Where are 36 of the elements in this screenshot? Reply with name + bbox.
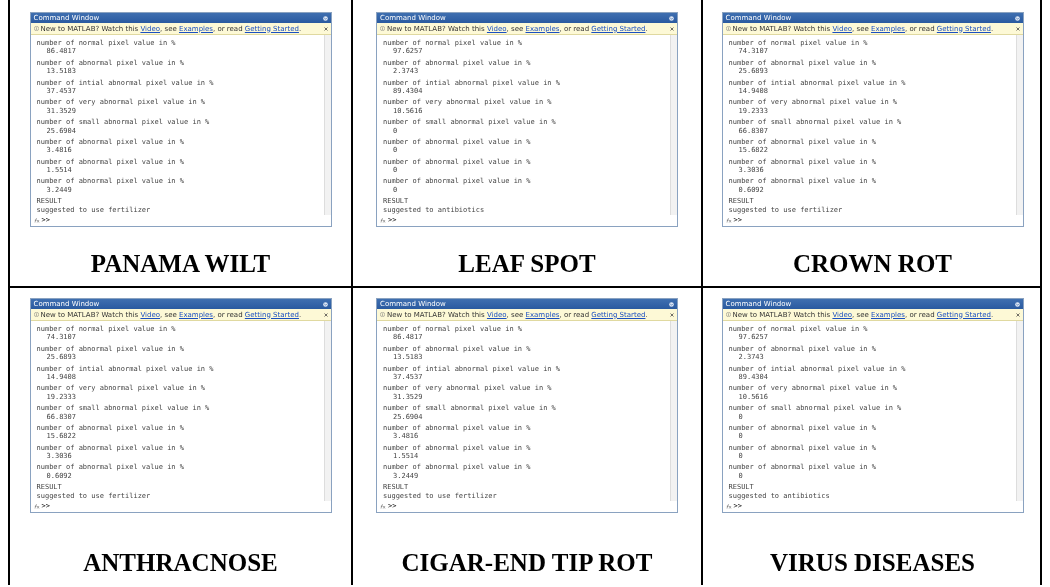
scrollbar[interactable] — [323, 35, 331, 216]
function-icon[interactable] — [33, 217, 40, 223]
figure-caption: CROWN ROT — [792, 250, 952, 278]
function-icon[interactable] — [725, 217, 732, 223]
function-icon[interactable] — [725, 503, 732, 509]
close-icon[interactable] — [1015, 312, 1020, 317]
window-menu-icon[interactable] — [1014, 301, 1020, 307]
figure-caption: CIGAR-END TIP ROT — [401, 549, 653, 577]
scrollbar[interactable] — [670, 35, 677, 216]
figure-caption: ANTHRACNOSE — [83, 549, 278, 577]
window-menu-icon[interactable] — [322, 301, 328, 307]
scrollbar[interactable] — [323, 321, 331, 502]
function-icon[interactable] — [380, 217, 386, 223]
figure-caption: VIRUS DISEASES — [770, 549, 975, 577]
window-menu-icon[interactable] — [669, 301, 674, 307]
function-icon[interactable] — [33, 503, 40, 509]
close-icon[interactable] — [1015, 26, 1020, 31]
window-menu-icon[interactable] — [322, 15, 328, 21]
info-icon — [33, 26, 39, 31]
function-icon[interactable] — [380, 503, 386, 509]
info-icon — [33, 312, 39, 317]
scrollbar[interactable] — [670, 321, 677, 502]
close-icon[interactable] — [670, 312, 674, 317]
info-icon — [380, 312, 385, 317]
info-icon — [380, 26, 385, 31]
close-icon[interactable] — [323, 26, 328, 31]
close-icon[interactable] — [323, 312, 328, 317]
window-menu-icon[interactable] — [1014, 15, 1020, 21]
close-icon[interactable] — [670, 26, 674, 31]
scrollbar[interactable] — [1015, 35, 1023, 216]
window-menu-icon[interactable] — [669, 15, 674, 21]
figure-caption: PANAMA WILT — [90, 250, 271, 278]
info-icon — [725, 312, 731, 317]
info-icon — [725, 26, 731, 31]
scrollbar[interactable] — [1015, 321, 1023, 502]
figure-caption: LEAF SPOT — [458, 250, 596, 278]
